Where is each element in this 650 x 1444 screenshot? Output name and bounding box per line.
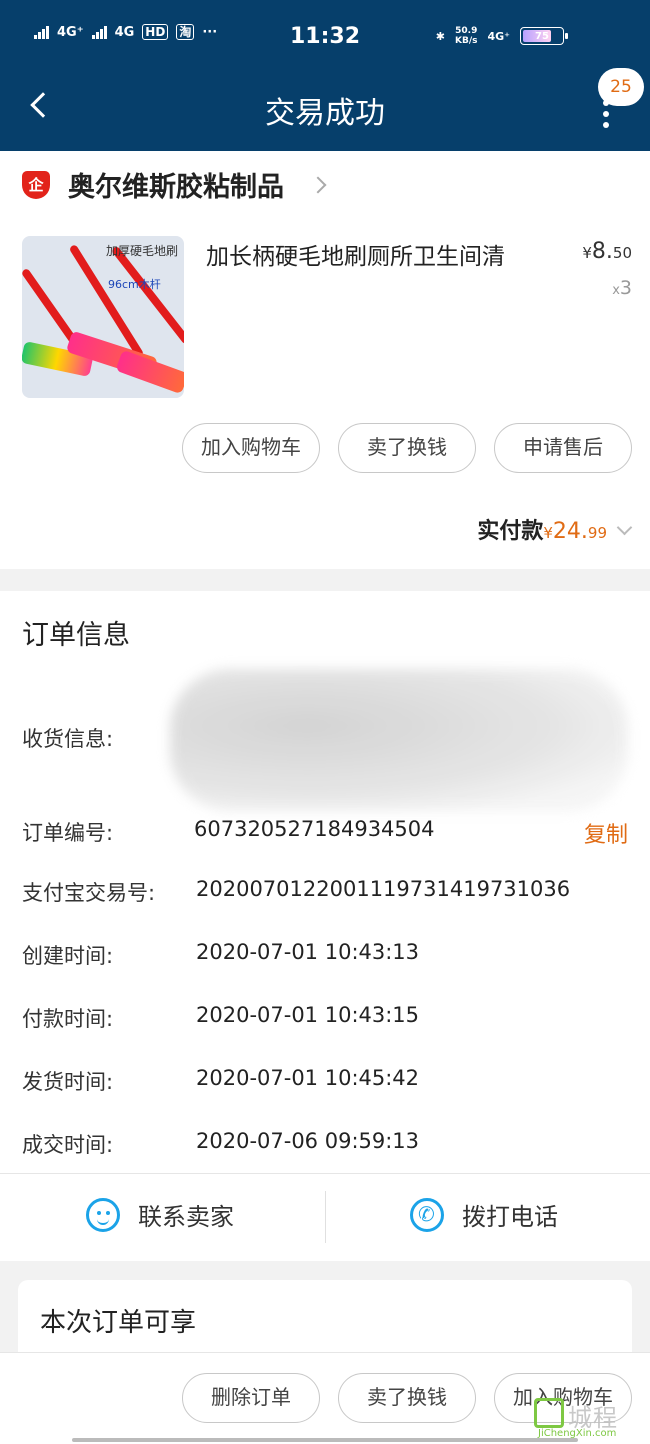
order-info-title: 订单信息 [22, 620, 130, 651]
order-number-label: 订单编号: [22, 821, 114, 845]
address-blurred [170, 669, 628, 811]
benefits-title: 本次订单可享 [40, 1308, 197, 1338]
net-speed: 50.9 KB/s [455, 26, 477, 46]
paid-time-label: 付款时间: [22, 1007, 114, 1031]
watermark: 城程 JiChengXin.com [534, 1398, 650, 1442]
product-image-sublabel: 96cm木杆 [108, 278, 161, 291]
shipped-time: 2020-07-01 10:45:42 [196, 1066, 420, 1090]
divider [0, 1173, 650, 1174]
battery-level: 75 [535, 30, 549, 42]
receive-info-label: 收货信息: [22, 727, 114, 751]
network-label-3: 4G⁺ [487, 29, 511, 43]
contact-seller-label: 联系卖家 [138, 1203, 234, 1231]
message-badge[interactable]: 25 [598, 68, 644, 106]
contact-seller-button[interactable]: 联系卖家 [86, 1197, 234, 1232]
price-integer: 8. [591, 239, 613, 264]
add-to-cart-button[interactable]: 加入购物车 [182, 423, 320, 473]
payment-currency: ¥ [543, 524, 553, 542]
bluetooth-icon: ✱ [435, 29, 446, 43]
product-title[interactable]: 加长柄硬毛地刷厕所卫生间清 [206, 237, 505, 271]
actual-payment[interactable]: 实付款 ¥24.99 [477, 513, 633, 545]
product-image-label: 加厚硬毛地刷 [105, 244, 178, 258]
created-time-label: 创建时间: [22, 944, 114, 968]
alipay-number: 2020070122001119731419731036 [196, 877, 571, 901]
call-button[interactable]: 拨打电话 [410, 1197, 558, 1232]
created-time: 2020-07-01 10:43:13 [196, 940, 420, 964]
gesture-bar[interactable] [72, 1438, 578, 1442]
app-header: 4G⁺ 4G HD 淘 ··· 11:32 ✱ 50.9 KB/s 4G⁺ 75… [0, 0, 650, 151]
order-info-card: 订单信息 收货信息: 订单编号: 607320527184934504 复制 支… [0, 591, 650, 1261]
call-label: 拨打电话 [462, 1203, 558, 1231]
battery-icon: 75 [520, 27, 568, 45]
copy-button[interactable]: 复制 [584, 817, 628, 849]
delete-order-button[interactable]: 删除订单 [182, 1373, 320, 1423]
net-speed-unit: KB/s [455, 36, 478, 46]
quantity-prefix: x [612, 283, 620, 298]
product-price: ¥8.50 [582, 239, 632, 264]
order-item-card: 企 奥尔维斯胶粘制品 加厚硬毛地刷 96cm木杆 加长柄硬毛地刷厕所卫生间清 ¥… [0, 151, 650, 569]
quantity-value: 3 [619, 277, 632, 299]
order-number: 607320527184934504 [194, 817, 435, 841]
phone-icon [410, 1197, 444, 1232]
resell-button[interactable]: 卖了换钱 [338, 1373, 476, 1423]
after-sale-button[interactable]: 申请售后 [494, 423, 632, 473]
actual-payment-amount: ¥24.99 [543, 519, 607, 544]
status-bar-right: ✱ 50.9 KB/s 4G⁺ 75 [435, 26, 568, 46]
price-currency: ¥ [582, 244, 592, 262]
payment-decimal: 99 [587, 524, 607, 542]
enterprise-shop-icon: 企 [22, 171, 50, 199]
chat-icon [86, 1197, 120, 1232]
actual-payment-label: 实付款 [477, 519, 544, 544]
more-icon[interactable] [603, 100, 609, 133]
net-speed-value: 50.9 [455, 26, 478, 36]
watermark-logo-icon [534, 1398, 564, 1428]
page-title: 交易成功 [265, 96, 385, 131]
alipay-number-label: 支付宝交易号: [22, 881, 156, 905]
watermark-domain: JiChengXin.com [538, 1428, 617, 1439]
shop-name[interactable]: 奥尔维斯胶粘制品 [68, 165, 284, 204]
paid-time: 2020-07-01 10:43:15 [196, 1003, 420, 1027]
chevron-down-icon[interactable] [616, 519, 633, 536]
divider [325, 1191, 326, 1243]
product-image[interactable]: 加厚硬毛地刷 96cm木杆 [22, 236, 184, 398]
resell-button[interactable]: 卖了换钱 [338, 423, 476, 473]
deal-time: 2020-07-06 09:59:13 [196, 1129, 420, 1153]
payment-integer: 24. [552, 519, 588, 544]
shipped-time-label: 发货时间: [22, 1070, 114, 1094]
product-quantity: x3 [612, 277, 632, 299]
deal-time-label: 成交时间: [22, 1133, 114, 1157]
price-decimal: 50 [612, 244, 632, 262]
chevron-right-icon[interactable] [309, 176, 327, 194]
